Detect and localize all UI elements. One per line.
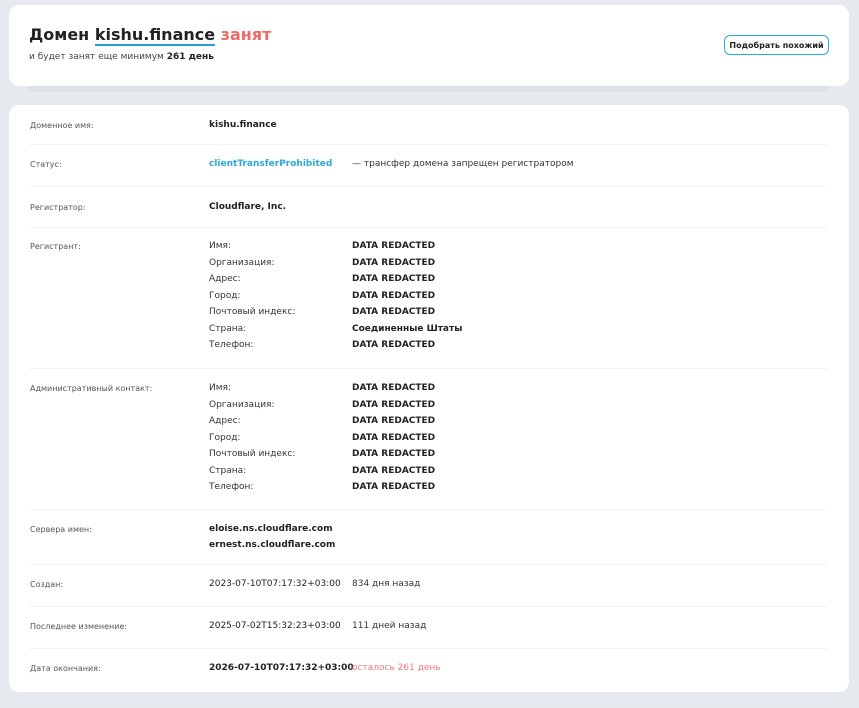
contact-field: Город: DATA REDACTED bbox=[209, 433, 609, 450]
row-registrar: Регистратор: Cloudflare, Inc. bbox=[30, 187, 828, 228]
field-value: DATA REDACTED bbox=[352, 399, 436, 410]
field-label: Организация: bbox=[209, 399, 275, 410]
field-label: Имя: bbox=[209, 383, 231, 393]
status-link[interactable]: clientTransferProhibited bbox=[209, 159, 332, 169]
field-value: DATA REDACTED bbox=[352, 383, 436, 393]
subtitle: и будет занят еще минимум 261 день bbox=[29, 52, 214, 62]
field-label: Имя: bbox=[209, 241, 231, 251]
row-created: Создан: 2023-07-10T07:17:32+03:00 834 дн… bbox=[30, 565, 828, 607]
contact-field: Телефон: DATA REDACTED bbox=[209, 482, 609, 499]
contact-field: Почтовый индекс: DATA REDACTED bbox=[209, 449, 609, 466]
row-status: Статус: clientTransferProhibited — транс… bbox=[30, 145, 828, 187]
field-value: Соединенные Штаты bbox=[352, 323, 463, 334]
contact-field: Почтовый индекс: DATA REDACTED bbox=[209, 307, 609, 324]
field-label: Почтовый индекс: bbox=[209, 449, 296, 459]
field-value: DATA REDACTED bbox=[352, 482, 436, 492]
contact-field: Адрес: DATA REDACTED bbox=[209, 416, 609, 433]
field-label: Организация: bbox=[209, 257, 275, 268]
row-admin-contact: Административный контакт: Имя: DATA REDAC… bbox=[30, 369, 828, 510]
domain-link[interactable]: kishu.finance bbox=[94, 25, 216, 46]
contact-field: Страна: Соединенные Штаты bbox=[209, 324, 609, 341]
field-value: DATA REDACTED bbox=[352, 257, 436, 268]
row-domain-name: Доменное имя: kishu.finance bbox=[30, 105, 828, 145]
row-updated: Последнее изменение: 2025-07-02T15:32:23… bbox=[30, 607, 828, 649]
field-label: Адрес: bbox=[209, 416, 241, 426]
contact-field: Страна: DATA REDACTED bbox=[209, 466, 609, 483]
page-title: Домен kishu.finance занят bbox=[29, 25, 272, 46]
field-label: Почтовый индекс: bbox=[209, 307, 296, 317]
contact-field: Телефон: DATA REDACTED bbox=[209, 340, 609, 357]
field-label: Город: bbox=[209, 432, 241, 443]
status-badge: занят bbox=[220, 25, 272, 44]
field-value: DATA REDACTED bbox=[352, 465, 436, 476]
contact-field: Город: DATA REDACTED bbox=[209, 291, 609, 308]
contact-field: Имя: DATA REDACTED bbox=[209, 241, 609, 258]
row-registrant: Регистрант: Имя: DATA REDACTED Организация… bbox=[30, 228, 828, 369]
contact-field: Организация: DATA REDACTED bbox=[209, 400, 609, 417]
field-value: DATA REDACTED bbox=[352, 307, 436, 317]
contact-field: Адрес: DATA REDACTED bbox=[209, 274, 609, 291]
field-label: Город: bbox=[209, 290, 241, 301]
suggest-similar-button[interactable]: Подобрать похожий bbox=[724, 35, 829, 55]
contact-field: Имя: DATA REDACTED bbox=[209, 383, 609, 400]
field-value: DATA REDACTED bbox=[352, 449, 436, 459]
field-value: DATA REDACTED bbox=[352, 290, 436, 301]
field-label: Страна: bbox=[209, 465, 247, 476]
domain-status-card: Домен kishu.finance занят и будет занят … bbox=[9, 5, 849, 86]
row-nameservers: Сервера имен: eloise.ns.cloudflare.com e… bbox=[30, 510, 828, 565]
field-label: Телефон: bbox=[209, 340, 254, 350]
contact-field: Организация: DATA REDACTED bbox=[209, 258, 609, 275]
field-label: Страна: bbox=[209, 323, 247, 334]
field-value: DATA REDACTED bbox=[352, 340, 436, 350]
field-value: DATA REDACTED bbox=[352, 241, 436, 251]
field-label: Телефон: bbox=[209, 482, 254, 492]
row-expires: Дата окончания: 2026-07-10T07:17:32+03:0… bbox=[30, 663, 441, 673]
field-label: Адрес: bbox=[209, 274, 241, 284]
field-value: DATA REDACTED bbox=[352, 274, 436, 284]
whois-details-card: Доменное имя: kishu.finance Статус: clie… bbox=[9, 105, 849, 692]
field-value: DATA REDACTED bbox=[352, 432, 436, 443]
field-value: DATA REDACTED bbox=[352, 416, 436, 426]
